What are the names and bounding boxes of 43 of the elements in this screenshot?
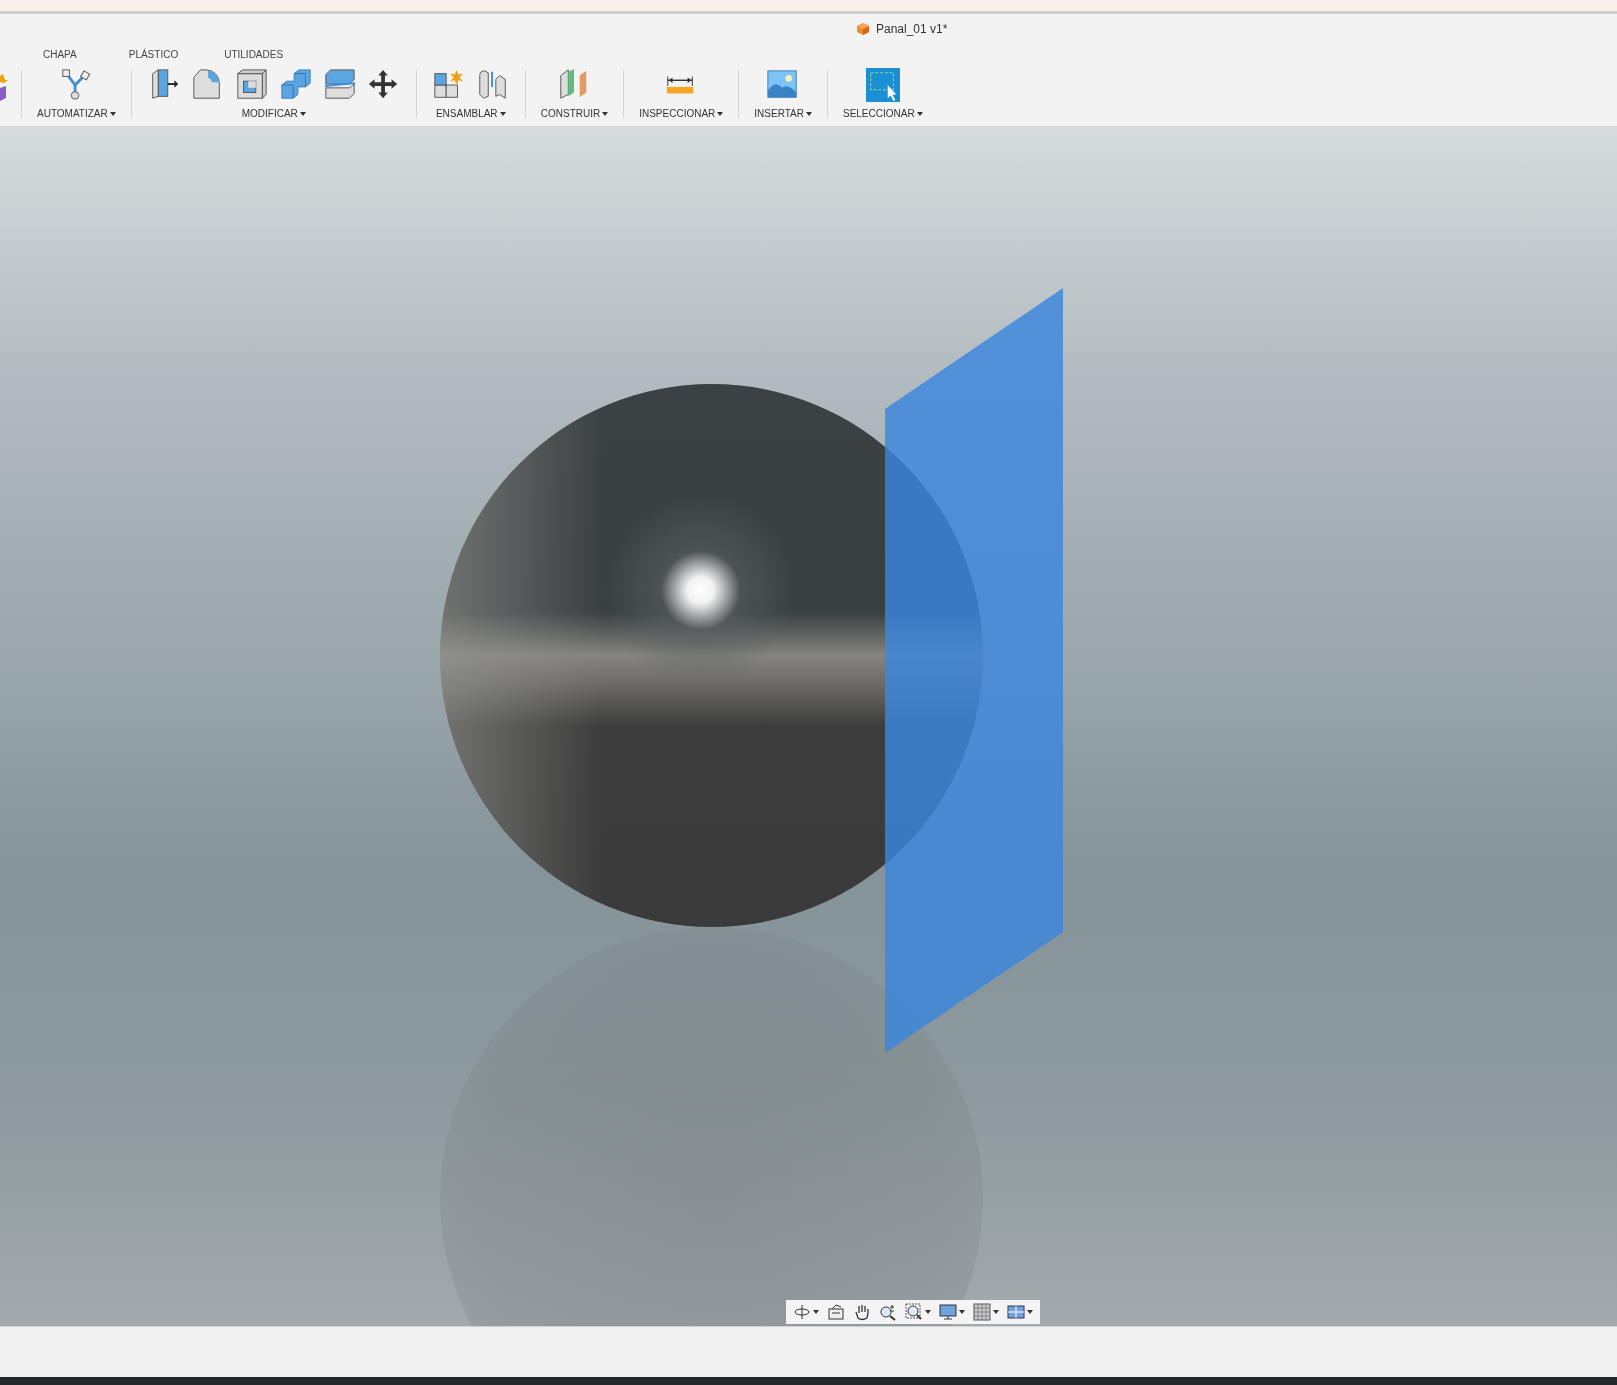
toolbar-menu-button[interactable]: MODIFICAR xyxy=(241,108,306,119)
caret-icon xyxy=(813,1310,819,1314)
caret-icon xyxy=(959,1310,965,1314)
zoom-window-button[interactable] xyxy=(903,1303,933,1321)
grid-button[interactable] xyxy=(971,1303,1001,1321)
construction-plane[interactable] xyxy=(885,288,1063,1053)
caret-icon xyxy=(299,111,306,116)
orbit-icon xyxy=(793,1303,811,1321)
caret-icon xyxy=(916,111,923,116)
viewports-button[interactable] xyxy=(1005,1303,1035,1321)
toolbar-menu-button[interactable]: ENSAMBLAR xyxy=(435,108,506,119)
caret-icon xyxy=(499,111,506,116)
combine-cubes-icon[interactable] xyxy=(278,68,313,102)
caret-icon xyxy=(805,111,812,116)
monitor-icon xyxy=(939,1303,957,1321)
grid-icon xyxy=(973,1303,991,1321)
zoom-icon xyxy=(879,1303,897,1321)
viewports-icon xyxy=(1007,1303,1025,1321)
toolbar-tab[interactable]: CHAPA xyxy=(43,48,77,60)
split-body-icon[interactable] xyxy=(322,68,357,102)
caret-icon xyxy=(1027,1310,1033,1314)
toolbar-tab[interactable]: UTILIDADES xyxy=(224,48,284,60)
monitor-button[interactable] xyxy=(937,1303,967,1321)
toolbar-tab[interactable]: PLÁSTICO xyxy=(128,48,179,60)
caret-icon xyxy=(993,1310,999,1314)
cube-icon xyxy=(856,22,870,36)
toolbar-menu-button[interactable]: INSERTAR xyxy=(754,108,812,119)
hand-pan-icon xyxy=(853,1303,871,1321)
toolbar-menu-button[interactable]: AUTOMATIZAR xyxy=(37,108,116,119)
shell-box-icon[interactable] xyxy=(234,68,269,102)
toolbar-menu-button[interactable]: SELECCIONAR xyxy=(842,108,923,119)
caret-icon xyxy=(109,111,116,116)
look-at-button[interactable] xyxy=(825,1303,847,1321)
toolbar-menu-button[interactable]: CONSTRUIR xyxy=(540,108,609,119)
zoom-window-icon xyxy=(905,1303,923,1321)
caret-icon xyxy=(717,111,724,116)
document-title: Panal_01 v1* xyxy=(876,22,948,36)
star-shape-icon[interactable] xyxy=(0,74,8,102)
window-select-icon[interactable] xyxy=(865,68,900,102)
toolbar-menu-button[interactable]: INSPECCIONAR xyxy=(639,108,724,119)
caret-icon xyxy=(925,1310,931,1314)
look-at-icon xyxy=(827,1303,845,1321)
caret-icon xyxy=(602,111,609,116)
